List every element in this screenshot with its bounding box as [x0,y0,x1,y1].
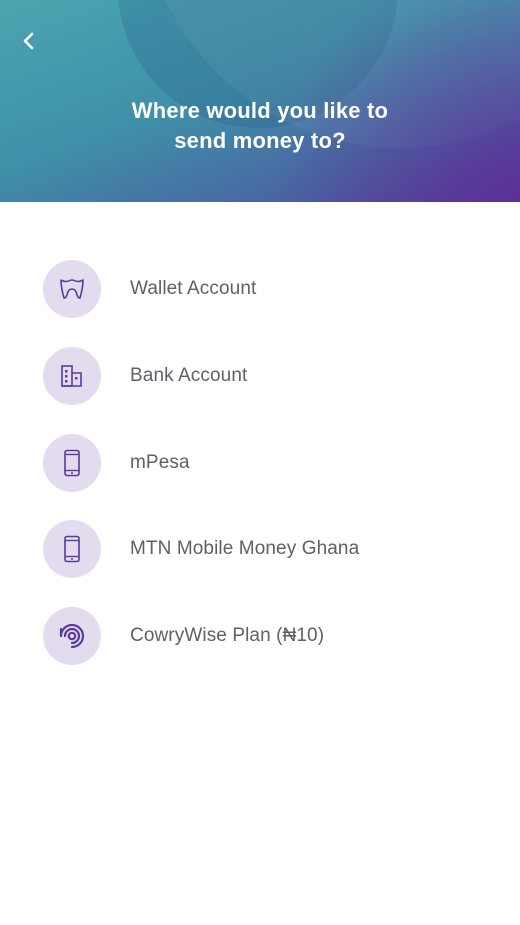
page-title-line-1: Where would you like to [131,98,389,123]
mobile-phone-icon-container [43,520,101,578]
option-label: CowryWise Plan (₦10) [130,625,325,646]
option-bank-account[interactable]: Bank Account [43,347,483,405]
option-cowrywise-plan[interactable]: CowryWise Plan (₦10) [43,607,483,665]
wallet-icon-container [43,260,101,318]
bank-building-icon [61,365,82,387]
option-label: MTN Mobile Money Ghana [130,538,360,559]
cowrywise-icon [59,623,85,649]
option-mpesa[interactable]: mPesa [43,434,483,492]
option-label: mPesa [130,452,190,473]
chevron-left-icon [23,32,34,50]
option-mtn-mobile-money-ghana[interactable]: MTN Mobile Money Ghana [43,520,483,578]
option-label: Bank Account [130,365,248,386]
bank-building-icon-container [43,347,101,405]
page-title: Where would you like to send money to? [60,96,460,156]
mobile-phone-icon [64,449,80,477]
page-title-line-2: send money to? [174,128,346,153]
cowrywise-icon-container [43,607,101,665]
header-banner: Where would you like to send money to? [0,0,520,202]
back-button[interactable] [14,26,44,56]
mobile-phone-icon [64,535,80,563]
wallet-icon [60,279,84,299]
mobile-phone-icon-container [43,434,101,492]
option-wallet-account[interactable]: Wallet Account [43,260,483,318]
option-label: Wallet Account [130,278,257,299]
